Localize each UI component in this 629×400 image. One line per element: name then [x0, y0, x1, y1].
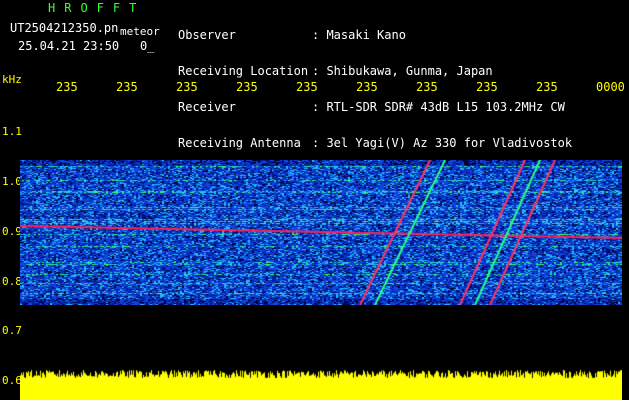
datetime-label: 25.04.21 23:50 — [18, 39, 120, 53]
info-value-observer: : Masaki Kano — [312, 28, 406, 42]
y-tick-label: 0.9 — [2, 225, 22, 238]
mode-label: meteor — [120, 25, 160, 38]
y-tick-label: 0.8 — [2, 275, 22, 288]
app-brand: HROFFT — [48, 1, 146, 15]
x-tick-label: 235 — [296, 80, 318, 94]
info-value-receiver: : RTL-SDR SDR# 43dB L15 103.2MHz CW — [312, 100, 565, 114]
x-tick-label: 235 — [536, 80, 558, 94]
x-tick-label: 235 — [476, 80, 498, 94]
info-value-antenna: : 3el Yagi(V) Az 330 for Vladivostok — [312, 136, 573, 150]
info-label-observer: Observer — [178, 28, 236, 42]
x-tick-label: 235 — [176, 80, 198, 94]
info-label-receiver: Receiver — [178, 100, 236, 114]
count-label: 0_ — [140, 39, 155, 53]
y-tick-label: 1.1 — [2, 125, 22, 138]
y-tick-label: 0.7 — [2, 324, 22, 337]
y-tick-label: 0.6 — [2, 374, 22, 387]
signal-level-bar — [20, 368, 622, 400]
x-tick-label: 235 — [56, 80, 78, 94]
info-label-location: Receiving Location — [178, 64, 309, 78]
info-label-antenna: Receiving Antenna — [178, 136, 301, 150]
x-tick-label: 235 — [236, 80, 258, 94]
y-axis-unit: kHz — [2, 73, 22, 86]
x-tick-label: 235 — [116, 80, 138, 94]
info-value-location: : Shibukawa, Gunma, Japan — [312, 64, 493, 78]
x-tick-label: 235 — [356, 80, 378, 94]
y-tick-label: 1.0 — [2, 175, 22, 188]
spectrogram-waterfall — [20, 160, 622, 305]
x-tick-label: 235 — [416, 80, 438, 94]
file-name: UT2504212350.pn — [10, 21, 119, 35]
x-tick-label: 0000 — [596, 80, 625, 94]
info-values: : Masaki Kano : Shibukawa, Gunma, Japan … — [312, 5, 572, 161]
